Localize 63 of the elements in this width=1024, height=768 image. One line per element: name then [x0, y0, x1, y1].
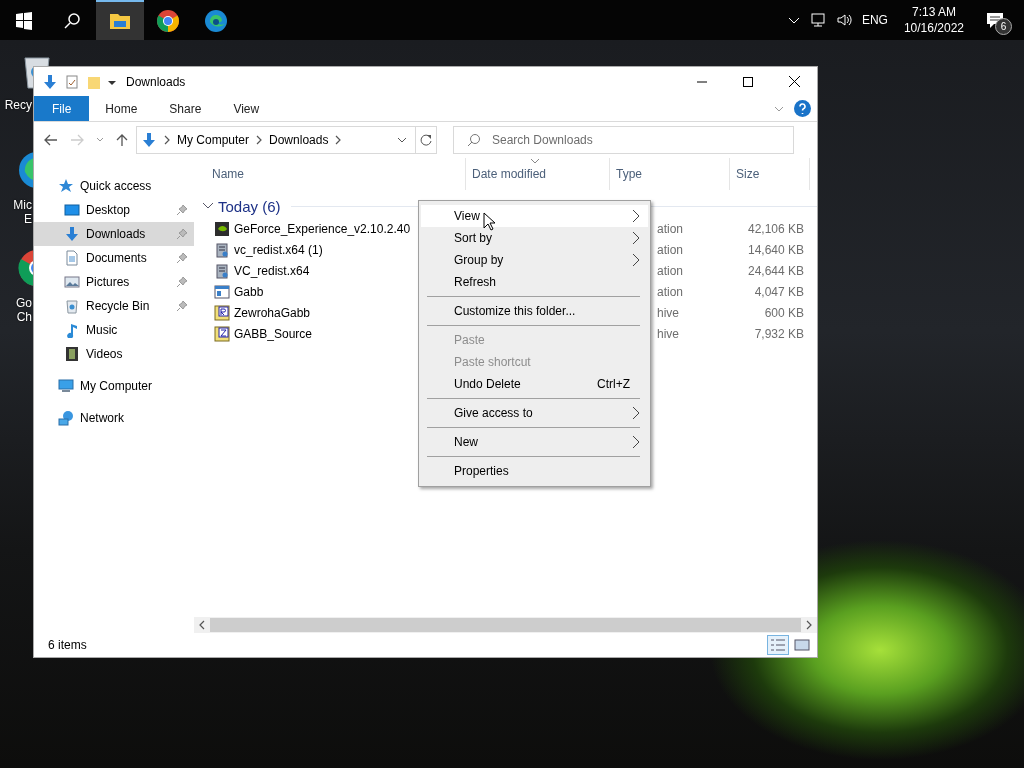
nav-item[interactable]: Music: [34, 318, 194, 342]
desktop-icon-label: Mic: [13, 198, 32, 212]
file-size: 600 KB: [763, 305, 805, 320]
file-type: ation: [656, 221, 685, 236]
menu-item[interactable]: Refresh: [421, 271, 648, 293]
file-name[interactable]: GeForce_Experience_v2.10.2.40: [234, 221, 411, 236]
menu-item[interactable]: Give access to: [421, 402, 648, 424]
ribbon-tab[interactable]: View: [217, 96, 276, 121]
clock-time: 7:13 AM: [911, 4, 956, 20]
column-header[interactable]: Type: [610, 158, 730, 190]
nav-item[interactable]: Documents: [34, 246, 194, 270]
nav-item[interactable]: Downloads: [34, 222, 194, 246]
file-name[interactable]: vc_redist.x64 (1): [234, 242, 323, 257]
nav-item[interactable]: My Computer: [34, 374, 194, 398]
column-header[interactable]: Name: [194, 158, 466, 190]
file-type: ation: [656, 242, 685, 257]
column-header[interactable]: Size: [730, 158, 810, 190]
search-field[interactable]: Search Downloads: [453, 126, 794, 154]
menu-item[interactable]: Undo Delete Ctrl+Z: [421, 373, 648, 395]
file-type: hive: [656, 326, 680, 341]
desktop-icon-label: Ch: [16, 310, 32, 324]
file-name[interactable]: GABB_Source: [234, 326, 313, 341]
nav-item[interactable]: Pictures: [34, 270, 194, 294]
file-size: 24,644 KB: [746, 263, 805, 278]
file-size: 4,047 KB: [753, 284, 805, 299]
menu-item[interactable]: Customize this folder...: [421, 300, 648, 322]
window-title: Downloads: [126, 74, 186, 89]
group-header[interactable]: Today (6): [218, 197, 281, 215]
nav-item[interactable]: Videos: [34, 342, 194, 366]
breadcrumb[interactable]: My Computer: [177, 133, 250, 147]
desktop-icon-label: E: [24, 212, 32, 226]
clock[interactable]: 7:13 AM 10/16/2022: [903, 4, 964, 36]
item-count: 6 items: [48, 638, 87, 652]
column-header[interactable]: Date modified: [466, 158, 610, 190]
desktop-icon-label: Recy: [4, 98, 32, 112]
menu-item[interactable]: Group by: [421, 249, 648, 271]
file-size: 42,106 KB: [746, 221, 805, 236]
menu-item[interactable]: Sort by: [421, 227, 648, 249]
file-type: ation: [656, 263, 685, 278]
file-type: hive: [656, 305, 680, 320]
file-name[interactable]: VC_redist.x64: [234, 263, 310, 278]
address-bar[interactable]: My Computer Downloads: [136, 126, 416, 154]
menu-item[interactable]: New: [421, 431, 648, 453]
menu-item[interactable]: View: [421, 205, 648, 227]
nav-item[interactable]: Quick access: [34, 174, 194, 198]
file-size: 14,640 KB: [746, 242, 805, 257]
desktop-icon-label: Go: [16, 296, 32, 310]
ribbon-tab[interactable]: Share: [153, 96, 218, 121]
breadcrumb[interactable]: Downloads: [269, 133, 329, 147]
nav-item[interactable]: Desktop: [34, 198, 194, 222]
file-name[interactable]: Gabb: [234, 284, 264, 299]
ribbon-tab[interactable]: File: [34, 96, 90, 121]
file-name[interactable]: ZewrohaGabb: [234, 305, 311, 320]
file-type: ation: [656, 284, 685, 299]
shortcut-hint: Ctrl+Z: [597, 377, 630, 391]
notification-count: 6: [995, 18, 1012, 35]
language-indicator[interactable]: ENG: [861, 13, 888, 27]
clock-date: 10/16/2022: [903, 20, 964, 36]
nav-item[interactable]: Network: [34, 406, 194, 430]
file-size: 7,932 KB: [753, 326, 805, 341]
menu-item[interactable]: Properties: [421, 460, 648, 482]
nav-item[interactable]: Recycle Bin: [34, 294, 194, 318]
ribbon-tab[interactable]: Home: [89, 96, 154, 121]
